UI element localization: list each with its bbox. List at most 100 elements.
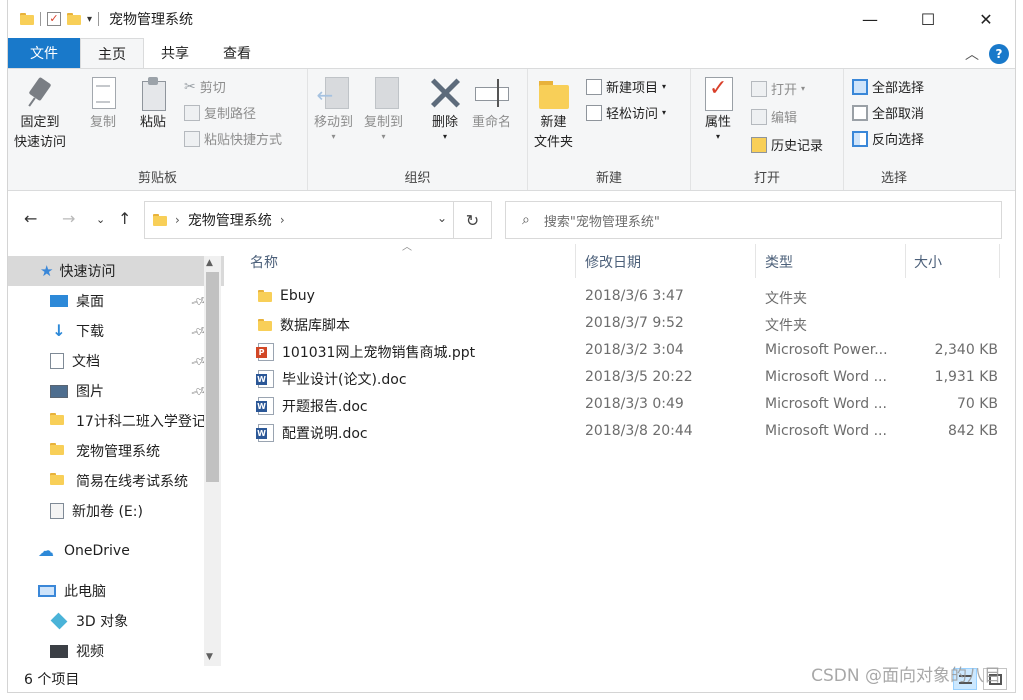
paste-label: 粘贴 [139, 115, 166, 130]
nav-item-downloads[interactable]: ↓ 下载 📌︎ [8, 316, 224, 346]
column-header-name[interactable]: 名称 [250, 252, 278, 272]
nav-quick-access[interactable]: ★ 快速访问 [8, 256, 224, 286]
paste-shortcut-button[interactable]: 粘贴快捷方式 [184, 129, 282, 148]
table-row[interactable]: 毕业设计(论文).doc 2018/3/5 20:22 Microsoft Wo… [242, 365, 1002, 392]
nav-item-folder[interactable]: 简易在线考试系统 [8, 466, 224, 496]
nav-this-pc[interactable]: 此电脑 [8, 576, 224, 606]
history-button[interactable]: 历史记录 [751, 135, 823, 154]
copy-path-button[interactable]: 复制路径 [184, 103, 256, 122]
nav-item-label: 文档 [72, 354, 100, 370]
nav-item-documents[interactable]: 文档 📌︎ [8, 346, 224, 376]
scroll-up-icon[interactable]: ▲ [206, 258, 213, 268]
scrollbar-thumb[interactable] [206, 272, 219, 482]
file-date: 2018/3/5 20:22 [585, 369, 693, 385]
breadcrumb-current[interactable]: 宠物管理系统 [188, 210, 272, 230]
invert-selection-button[interactable]: 反向选择 [852, 129, 924, 148]
column-header-date[interactable]: 修改日期 [585, 252, 641, 272]
close-button[interactable]: ✕ [957, 0, 1015, 38]
refresh-button[interactable]: ↻ [453, 202, 491, 238]
nav-item-pictures[interactable]: 图片 📌︎ [8, 376, 224, 406]
forward-arrow-icon[interactable]: → [62, 209, 75, 228]
recent-locations-icon[interactable]: ⌄ [96, 213, 105, 226]
picture-icon [50, 384, 68, 398]
file-type: Microsoft Word ... [765, 396, 887, 412]
paste-shortcut-icon [184, 130, 200, 147]
copy-button[interactable]: 复制 [86, 75, 120, 133]
nav-3d-objects[interactable]: 3D 对象 [8, 606, 224, 636]
table-row[interactable]: 101031网上宠物销售商城.ppt 2018/3/2 3:04 Microso… [242, 338, 1002, 365]
tab-view[interactable]: 查看 [206, 38, 268, 68]
file-size: 2,340 KB [934, 342, 998, 358]
nav-3d-objects-label: 3D 对象 [76, 614, 129, 630]
ribbon-tabs: 文件 主页 共享 查看 ︿ ? [8, 38, 1015, 68]
nav-item-label: 宠物管理系统 [76, 444, 160, 460]
new-item-button[interactable]: 新建项目 ▾ [586, 77, 666, 96]
delete-button[interactable]: 删除 ▾ [428, 75, 462, 141]
file-name: 毕业设计(论文).doc [282, 372, 407, 388]
copy-icon [86, 75, 120, 111]
collapse-ribbon-icon[interactable]: ︿ [965, 44, 979, 64]
address-dropdown-icon[interactable]: ⌄ [437, 211, 447, 225]
column-header-type[interactable]: 类型 [765, 252, 793, 272]
nav-item-folder[interactable]: 17计科二班入学登记 [8, 406, 224, 436]
new-folder-qat-icon[interactable] [67, 13, 81, 25]
maximize-button[interactable]: ☐ [899, 0, 957, 38]
table-row[interactable]: 数据库脚本 2018/3/7 9:52 文件夹 [242, 311, 1002, 338]
nav-item-label: 简易在线考试系统 [76, 474, 188, 490]
nav-videos[interactable]: 视频 [8, 636, 224, 666]
open-button[interactable]: 打开 ▾ [751, 79, 805, 98]
new-folder-icon [537, 75, 571, 111]
address-bar[interactable]: › 宠物管理系统 › ⌄ ↻ [144, 201, 492, 239]
nav-item-drive[interactable]: 新加卷 (E:) [8, 496, 224, 526]
file-type: 文件夹 [765, 291, 807, 307]
cut-button[interactable]: ✂ 剪切 [184, 77, 226, 97]
easy-access-icon [586, 104, 602, 121]
table-row[interactable]: 开题报告.doc 2018/3/3 0:49 Microsoft Word ..… [242, 392, 1002, 419]
scroll-down-icon[interactable]: ▼ [206, 652, 213, 662]
minimize-button[interactable]: — [841, 0, 899, 38]
word-doc-icon [256, 397, 274, 415]
file-date: 2018/3/2 3:04 [585, 342, 684, 358]
folder-icon [20, 13, 34, 25]
pin-to-quick-access-button[interactable]: 固定到 快速访问 [14, 75, 66, 153]
chevron-right-icon[interactable]: › [175, 213, 180, 227]
edit-button[interactable]: 编辑 [751, 107, 797, 126]
new-group: 新建 文件夹 新建项目 ▾ 轻松访问 ▾ 新建 [528, 69, 691, 190]
move-to-icon [317, 75, 351, 111]
tab-home[interactable]: 主页 [80, 38, 144, 68]
file-date: 2018/3/3 0:49 [585, 396, 684, 412]
copy-to-icon [367, 75, 401, 111]
select-all-button[interactable]: 全部选择 [852, 77, 924, 96]
nav-item-folder[interactable]: 宠物管理系统 [8, 436, 224, 466]
easy-access-button[interactable]: 轻松访问 ▾ [586, 103, 666, 122]
rename-button[interactable]: 重命名 [472, 75, 511, 133]
desktop-icon [50, 295, 68, 307]
move-to-button[interactable]: 移动到 ▾ [314, 75, 353, 141]
back-arrow-icon[interactable]: ← [24, 209, 37, 228]
organize-group-label: 组织 [404, 171, 431, 186]
properties-button[interactable]: 属性 ▾ [701, 75, 735, 141]
word-doc-icon [256, 424, 274, 442]
window-controls: — ☐ ✕ [841, 0, 1015, 38]
search-input[interactable]: ⌕ 搜索"宠物管理系统" [505, 201, 1002, 239]
help-icon[interactable]: ? [989, 44, 1009, 64]
easy-access-label: 轻松访问 [606, 107, 659, 122]
copy-to-button[interactable]: 复制到 ▾ [364, 75, 403, 141]
column-header-size[interactable]: 大小 [914, 252, 942, 272]
up-arrow-icon[interactable]: ↑ [118, 209, 131, 228]
paste-button[interactable]: 粘贴 [136, 75, 170, 133]
properties-qat-icon[interactable]: ✓ [47, 12, 61, 26]
pin-label-line1: 固定到 [20, 115, 60, 130]
table-row[interactable]: 配置说明.doc 2018/3/8 20:44 Microsoft Word .… [242, 419, 1002, 446]
chevron-down-icon[interactable]: ▾ [87, 14, 92, 25]
select-none-button[interactable]: 全部取消 [852, 103, 924, 122]
nav-item-desktop[interactable]: 桌面 📌︎ [8, 286, 224, 316]
tab-file[interactable]: 文件 [8, 38, 80, 68]
nav-scrollbar[interactable]: ▲ ▼ [204, 256, 221, 666]
table-row[interactable]: Ebuy 2018/3/6 3:47 文件夹 [242, 284, 1002, 311]
tab-share[interactable]: 共享 [144, 38, 206, 68]
new-folder-button[interactable]: 新建 文件夹 [534, 75, 573, 153]
nav-onedrive[interactable]: ☁ OneDrive [8, 536, 224, 566]
chevron-right-icon[interactable]: › [280, 213, 285, 227]
properties-label: 属性 [704, 115, 731, 130]
